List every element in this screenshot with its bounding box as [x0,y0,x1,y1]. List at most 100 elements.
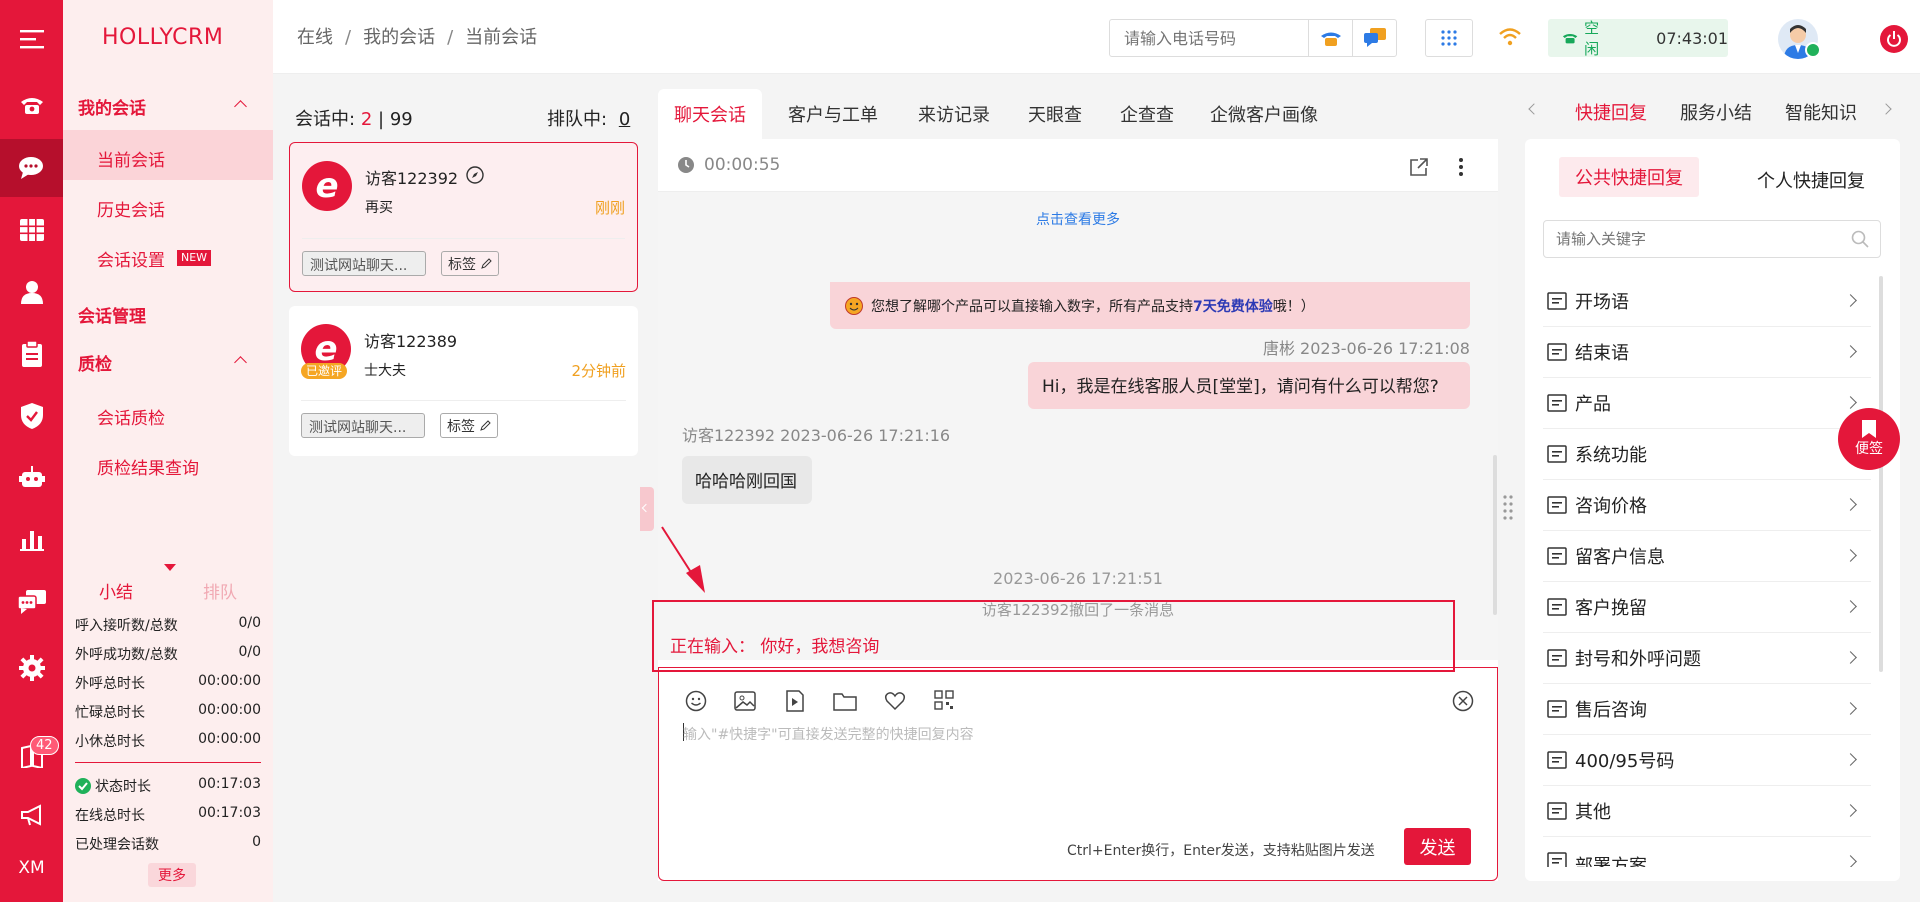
tab-qichacha[interactable]: 企查查 [1120,89,1174,139]
nav-item-current-session[interactable]: 当前会话 [97,146,165,171]
label-button[interactable]: 标签 [441,251,499,276]
right-tabs: 快捷回复 服务小结 智能知识 [1528,89,1920,137]
tab-tianyancha[interactable]: 天眼查 [1028,89,1082,139]
power-icon [1887,31,1901,47]
notes-button[interactable]: 便签 [1838,408,1900,470]
invited-badge: 已邀评 [301,363,348,379]
load-more-link[interactable]: 点击查看更多 [658,209,1498,229]
user-icon[interactable] [0,263,63,321]
bookmark-icon [1862,420,1876,438]
phone-icon[interactable] [0,76,63,134]
notification-badge: 42 [30,736,59,755]
nav-item-session-qc[interactable]: 会话质检 [97,404,165,429]
quick-reply-category[interactable]: 留客户信息 [1543,531,1871,582]
stat-row: 已处理会话数 0 [75,834,261,853]
sms-button[interactable] [1352,19,1397,57]
call-button[interactable] [1308,19,1353,57]
document-icon [1547,700,1567,718]
quick-reply-category[interactable]: 系统功能 [1543,429,1871,480]
logout-button[interactable] [1880,25,1908,53]
tab-queue[interactable]: 排队 [203,578,237,603]
tab-visit-record[interactable]: 来访记录 [918,89,990,139]
emoji-icon [685,690,707,712]
gear-icon[interactable] [0,639,63,697]
tab-chat[interactable]: 聊天会话 [658,89,762,139]
quick-reply-category[interactable]: 产品 [1543,378,1871,429]
divider [302,238,625,239]
private-reply-tab[interactable]: 个人快捷回复 [1757,167,1865,193]
divider [301,400,626,401]
nav-item-session-settings[interactable]: 会话设置 [97,246,165,271]
video-icon [786,690,804,712]
message-meta: 访客122392 2023-06-26 17:21:16 [682,426,951,445]
message-input[interactable]: 输入"#快捷字"可直接发送完整的快捷回复内容 [683,724,974,744]
quick-reply-category[interactable]: 封号和外呼问题 [1543,633,1871,684]
nav-item-current-session-bg [63,130,273,180]
list-scrollbar[interactable] [1879,276,1883,672]
chevron-left-icon[interactable] [1528,103,1540,115]
chevron-up-icon[interactable] [234,100,247,113]
quick-reply-category[interactable]: 咨询价格 [1543,480,1871,531]
session-card[interactable]: e 访客122392 再买 刚刚 测试网站聊天... 标签 [289,142,638,292]
tab-customer-ticket[interactable]: 客户与工单 [788,89,878,139]
check-circle-icon [75,778,91,794]
agent-message-bubble: Hi，我是在线客服人员[堂堂]，请问有什么可以帮您? [1028,362,1470,409]
chevron-up-icon[interactable] [234,356,247,369]
tab-quick-reply[interactable]: 快捷回复 [1575,99,1647,125]
public-reply-tab[interactable]: 公共快捷回复 [1559,157,1699,197]
nav-group-session-mgmt[interactable]: 会话管理 [78,302,146,327]
quick-reply-category[interactable]: 400/95号码 [1543,735,1871,786]
message-icon[interactable] [0,573,63,631]
source-tag: 测试网站聊天... [301,413,425,438]
robot-icon[interactable] [0,449,63,507]
chevron-right-icon [1844,651,1857,664]
book-icon[interactable] [0,727,63,785]
keyword-search-input[interactable] [1543,220,1881,258]
tab-smart-knowledge[interactable]: 智能知识 [1785,99,1857,125]
megaphone-icon[interactable] [0,786,63,844]
nav-group-my-sessions[interactable]: 我的会话 [78,94,146,119]
quick-reply-panel: 公共快捷回复 个人快捷回复 开场语结束语产品系统功能咨询价格留客户信息客户挽留封… [1525,139,1900,881]
send-button[interactable]: 发送 [1404,828,1471,865]
document-icon [1547,649,1567,667]
quick-reply-category[interactable]: 其他 [1543,786,1871,837]
chevron-right-icon[interactable] [1880,103,1892,115]
tab-wecom-profile[interactable]: 企微客户画像 [1210,89,1318,139]
tab-summary[interactable]: 小结 [99,578,133,603]
tab-service-summary[interactable]: 服务小结 [1680,99,1752,125]
session-card[interactable]: e 已邀评 访客122389 士大夫 2分钟前 测试网站聊天... 标签 [289,306,638,456]
chat-scrollbar[interactable] [1493,455,1497,615]
collapse-handle[interactable] [640,487,654,531]
phone-input[interactable] [1109,19,1309,57]
status-label: 空闲 [1584,19,1600,58]
label-button[interactable]: 标签 [440,413,498,438]
nav-item-history-session[interactable]: 历史会话 [97,196,165,221]
drag-handle-icon [1503,495,1513,520]
quick-reply-category[interactable]: 结束语 [1543,327,1871,378]
quick-reply-category[interactable]: 售后咨询 [1543,684,1871,735]
menu-icon[interactable] [0,10,63,68]
agent-status[interactable]: 空闲 07:43:01 [1548,19,1728,58]
document-icon [1547,852,1567,867]
document-icon [1547,394,1567,412]
more-button[interactable]: 更多 [148,863,196,887]
nav-group-qc[interactable]: 质检 [78,350,112,375]
icon-rail: 42 XM [0,0,63,902]
breadcrumb-item[interactable]: 在线 [297,27,333,48]
apps-button[interactable] [1425,19,1473,57]
shield-icon[interactable] [0,387,63,445]
nav-item-qc-result[interactable]: 质检结果查询 [97,454,199,479]
bar-chart-icon[interactable] [0,511,63,569]
source-tag: 测试网站聊天... [302,251,426,276]
quick-reply-category[interactable]: 开场语 [1543,276,1871,327]
quick-reply-category[interactable]: 部署方案 [1543,837,1871,867]
clipboard-icon[interactable] [0,325,63,383]
chevron-right-icon [1844,753,1857,766]
grid-icon[interactable] [0,201,63,259]
quick-reply-category[interactable]: 客户挽留 [1543,582,1871,633]
breadcrumb-item[interactable]: 我的会话 [363,27,435,48]
document-icon [1547,802,1567,820]
edit-icon [481,257,492,269]
user-initials[interactable]: XM [0,858,63,878]
chat-icon[interactable] [0,139,63,197]
